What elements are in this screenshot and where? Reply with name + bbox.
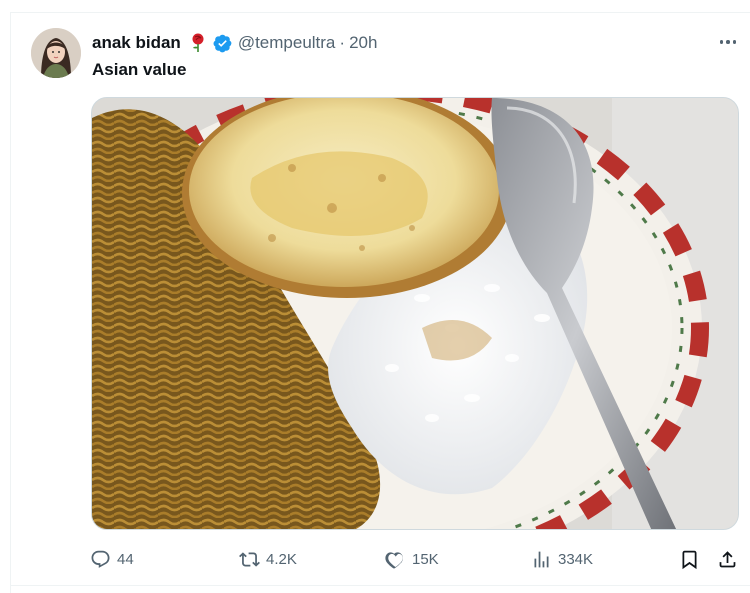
bookmark-icon xyxy=(682,550,697,569)
verified-badge-icon[interactable] xyxy=(212,33,233,54)
views-chart-icon xyxy=(534,551,549,567)
tweet-text: Asian value xyxy=(92,60,187,79)
timestamp[interactable]: 20h xyxy=(349,33,377,53)
repost-button[interactable]: 4.2K xyxy=(239,545,297,573)
reply-button[interactable]: 44 xyxy=(90,545,134,573)
like-count: 15K xyxy=(412,550,439,568)
heart-icon xyxy=(385,551,403,569)
avatar[interactable] xyxy=(31,28,81,78)
separator-dot: · xyxy=(339,33,346,52)
repost-icon xyxy=(239,551,260,567)
rose-icon xyxy=(190,33,206,53)
views-button[interactable]: 334K xyxy=(531,545,593,573)
tweet-actions: 44 4.2K 15K 334K xyxy=(90,545,742,573)
author-name[interactable]: anak bidan xyxy=(92,33,181,53)
tweet-photo[interactable] xyxy=(91,97,739,530)
share-button[interactable] xyxy=(717,545,738,573)
views-count: 334K xyxy=(558,550,594,568)
reply-icon xyxy=(91,550,110,568)
tweet-header: anak bidan @tempeultra · 20h xyxy=(92,31,377,55)
like-button[interactable]: 15K xyxy=(385,545,439,573)
tweet-divider xyxy=(10,585,750,586)
more-dot-icon xyxy=(732,40,737,44)
reply-count: 44 xyxy=(117,550,134,568)
bookmark-button[interactable] xyxy=(679,545,700,573)
share-icon xyxy=(719,550,736,567)
more-options-button[interactable] xyxy=(714,32,742,52)
author-handle[interactable]: @tempeultra xyxy=(238,33,336,53)
more-dot-icon xyxy=(726,40,730,44)
repost-count: 4.2K xyxy=(266,550,297,568)
more-dot-icon xyxy=(719,40,724,44)
